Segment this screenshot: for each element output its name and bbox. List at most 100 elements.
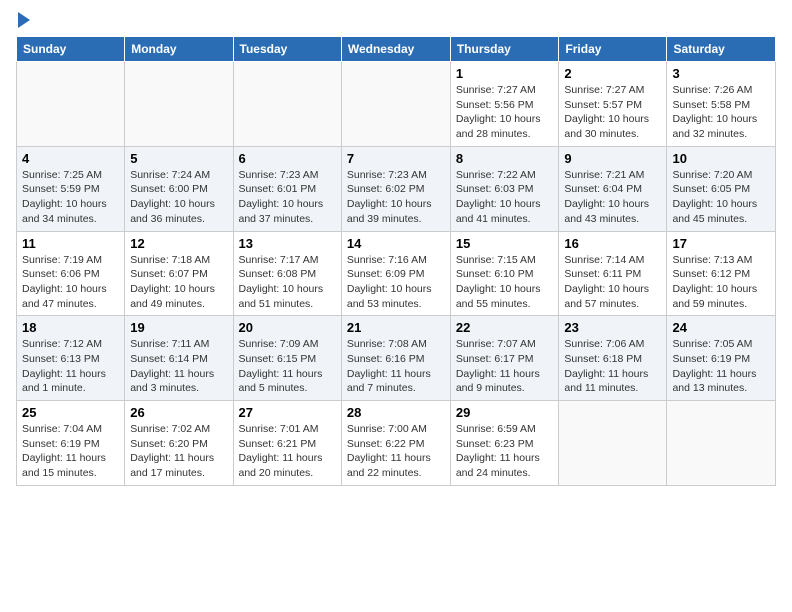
calendar-cell	[125, 62, 233, 147]
day-info: Sunrise: 7:22 AM Sunset: 6:03 PM Dayligh…	[456, 168, 554, 227]
day-number: 11	[22, 236, 119, 251]
day-number: 16	[564, 236, 661, 251]
day-number: 21	[347, 320, 445, 335]
calendar-cell: 15 Sunrise: 7:15 AM Sunset: 6:10 PM Dayli…	[450, 231, 559, 316]
calendar-header-friday: Friday	[559, 37, 667, 62]
day-info: Sunrise: 6:59 AM Sunset: 6:23 PM Dayligh…	[456, 422, 554, 481]
calendar-cell: 19Sunrise: 7:11 AM Sunset: 6:14 PM Dayli…	[125, 316, 233, 401]
calendar-week-row: 25 Sunrise: 7:04 AM Sunset: 6:19 PM Dayli…	[17, 401, 776, 486]
day-number: 18	[22, 320, 119, 335]
day-number: 20	[239, 320, 336, 335]
day-info: Sunrise: 7:01 AM Sunset: 6:21 PM Dayligh…	[239, 422, 336, 481]
calendar-week-row: 1Sunrise: 7:27 AM Sunset: 5:56 PM Daylig…	[17, 62, 776, 147]
calendar-cell: 4 Sunrise: 7:25 AM Sunset: 5:59 PM Daylig…	[17, 146, 125, 231]
calendar-cell: 27Sunrise: 7:01 AM Sunset: 6:21 PM Dayli…	[233, 401, 341, 486]
calendar-cell: 8 Sunrise: 7:22 AM Sunset: 6:03 PM Daylig…	[450, 146, 559, 231]
day-number: 5	[130, 151, 227, 166]
calendar-cell: 22 Sunrise: 7:07 AM Sunset: 6:17 PM Dayli…	[450, 316, 559, 401]
calendar-body: 1Sunrise: 7:27 AM Sunset: 5:56 PM Daylig…	[17, 62, 776, 486]
day-info: Sunrise: 7:12 AM Sunset: 6:13 PM Dayligh…	[22, 337, 119, 396]
calendar-header-monday: Monday	[125, 37, 233, 62]
day-info: Sunrise: 7:08 AM Sunset: 6:16 PM Dayligh…	[347, 337, 445, 396]
day-info: Sunrise: 7:15 AM Sunset: 6:10 PM Dayligh…	[456, 253, 554, 312]
logo	[16, 16, 30, 28]
calendar-cell	[341, 62, 450, 147]
calendar-cell: 25 Sunrise: 7:04 AM Sunset: 6:19 PM Dayli…	[17, 401, 125, 486]
calendar-week-row: 11 Sunrise: 7:19 AM Sunset: 6:06 PM Dayli…	[17, 231, 776, 316]
calendar-cell: 17 Sunrise: 7:13 AM Sunset: 6:12 PM Dayli…	[667, 231, 776, 316]
day-info: Sunrise: 7:16 AM Sunset: 6:09 PM Dayligh…	[347, 253, 445, 312]
calendar-cell: 20 Sunrise: 7:09 AM Sunset: 6:15 PM Dayli…	[233, 316, 341, 401]
calendar-cell: 7 Sunrise: 7:23 AM Sunset: 6:02 PM Daylig…	[341, 146, 450, 231]
day-info: Sunrise: 7:23 AM Sunset: 6:02 PM Dayligh…	[347, 168, 445, 227]
day-number: 6	[239, 151, 336, 166]
day-info: Sunrise: 7:19 AM Sunset: 6:06 PM Dayligh…	[22, 253, 119, 312]
day-info: Sunrise: 7:14 AM Sunset: 6:11 PM Dayligh…	[564, 253, 661, 312]
calendar-cell	[17, 62, 125, 147]
day-number: 26	[130, 405, 227, 420]
day-info: Sunrise: 7:07 AM Sunset: 6:17 PM Dayligh…	[456, 337, 554, 396]
calendar-header-sunday: Sunday	[17, 37, 125, 62]
calendar-cell	[559, 401, 667, 486]
calendar-cell: 26 Sunrise: 7:02 AM Sunset: 6:20 PM Dayli…	[125, 401, 233, 486]
calendar-cell: 12 Sunrise: 7:18 AM Sunset: 6:07 PM Dayli…	[125, 231, 233, 316]
day-number: 25	[22, 405, 119, 420]
day-info: Sunrise: 7:24 AM Sunset: 6:00 PM Dayligh…	[130, 168, 227, 227]
day-info: Sunrise: 7:18 AM Sunset: 6:07 PM Dayligh…	[130, 253, 227, 312]
calendar-cell: 29 Sunrise: 6:59 AM Sunset: 6:23 PM Dayli…	[450, 401, 559, 486]
day-number: 22	[456, 320, 554, 335]
calendar-table: SundayMondayTuesdayWednesdayThursdayFrid…	[16, 36, 776, 486]
day-number: 12	[130, 236, 227, 251]
day-number: 7	[347, 151, 445, 166]
calendar-header-wednesday: Wednesday	[341, 37, 450, 62]
calendar-cell	[667, 401, 776, 486]
logo-arrow-icon	[18, 12, 30, 28]
day-info: Sunrise: 7:25 AM Sunset: 5:59 PM Dayligh…	[22, 168, 119, 227]
calendar-header-row: SundayMondayTuesdayWednesdayThursdayFrid…	[17, 37, 776, 62]
day-info: Sunrise: 7:00 AM Sunset: 6:22 PM Dayligh…	[347, 422, 445, 481]
day-number: 17	[672, 236, 770, 251]
day-info: Sunrise: 7:21 AM Sunset: 6:04 PM Dayligh…	[564, 168, 661, 227]
day-number: 19	[130, 320, 227, 335]
day-info: Sunrise: 7:13 AM Sunset: 6:12 PM Dayligh…	[672, 253, 770, 312]
day-number: 9	[564, 151, 661, 166]
day-number: 29	[456, 405, 554, 420]
day-number: 13	[239, 236, 336, 251]
day-info: Sunrise: 7:04 AM Sunset: 6:19 PM Dayligh…	[22, 422, 119, 481]
day-info: Sunrise: 7:09 AM Sunset: 6:15 PM Dayligh…	[239, 337, 336, 396]
day-info: Sunrise: 7:02 AM Sunset: 6:20 PM Dayligh…	[130, 422, 227, 481]
calendar-header-saturday: Saturday	[667, 37, 776, 62]
day-number: 3	[672, 66, 770, 81]
day-info: Sunrise: 7:26 AM Sunset: 5:58 PM Dayligh…	[672, 83, 770, 142]
day-number: 8	[456, 151, 554, 166]
day-number: 15	[456, 236, 554, 251]
day-number: 1	[456, 66, 554, 81]
day-number: 24	[672, 320, 770, 335]
day-info: Sunrise: 7:17 AM Sunset: 6:08 PM Dayligh…	[239, 253, 336, 312]
calendar-cell: 6 Sunrise: 7:23 AM Sunset: 6:01 PM Daylig…	[233, 146, 341, 231]
calendar-cell: 13 Sunrise: 7:17 AM Sunset: 6:08 PM Dayli…	[233, 231, 341, 316]
day-number: 4	[22, 151, 119, 166]
calendar-header-tuesday: Tuesday	[233, 37, 341, 62]
calendar-cell: 14 Sunrise: 7:16 AM Sunset: 6:09 PM Dayli…	[341, 231, 450, 316]
calendar-cell: 18 Sunrise: 7:12 AM Sunset: 6:13 PM Dayli…	[17, 316, 125, 401]
calendar-header-thursday: Thursday	[450, 37, 559, 62]
calendar-cell: 16 Sunrise: 7:14 AM Sunset: 6:11 PM Dayli…	[559, 231, 667, 316]
calendar-cell: 10Sunrise: 7:20 AM Sunset: 6:05 PM Dayli…	[667, 146, 776, 231]
calendar-cell: 23 Sunrise: 7:06 AM Sunset: 6:18 PM Dayli…	[559, 316, 667, 401]
calendar-cell: 3 Sunrise: 7:26 AM Sunset: 5:58 PM Daylig…	[667, 62, 776, 147]
day-info: Sunrise: 7:23 AM Sunset: 6:01 PM Dayligh…	[239, 168, 336, 227]
day-number: 14	[347, 236, 445, 251]
day-number: 23	[564, 320, 661, 335]
calendar-cell: 2 Sunrise: 7:27 AM Sunset: 5:57 PM Daylig…	[559, 62, 667, 147]
page-header	[16, 16, 776, 28]
calendar-week-row: 18 Sunrise: 7:12 AM Sunset: 6:13 PM Dayli…	[17, 316, 776, 401]
day-info: Sunrise: 7:27 AM Sunset: 5:57 PM Dayligh…	[564, 83, 661, 142]
calendar-cell: 5 Sunrise: 7:24 AM Sunset: 6:00 PM Daylig…	[125, 146, 233, 231]
day-info: Sunrise: 7:06 AM Sunset: 6:18 PM Dayligh…	[564, 337, 661, 396]
day-number: 28	[347, 405, 445, 420]
calendar-cell: 11 Sunrise: 7:19 AM Sunset: 6:06 PM Dayli…	[17, 231, 125, 316]
day-number: 2	[564, 66, 661, 81]
day-number: 10	[672, 151, 770, 166]
calendar-cell: 24Sunrise: 7:05 AM Sunset: 6:19 PM Dayli…	[667, 316, 776, 401]
